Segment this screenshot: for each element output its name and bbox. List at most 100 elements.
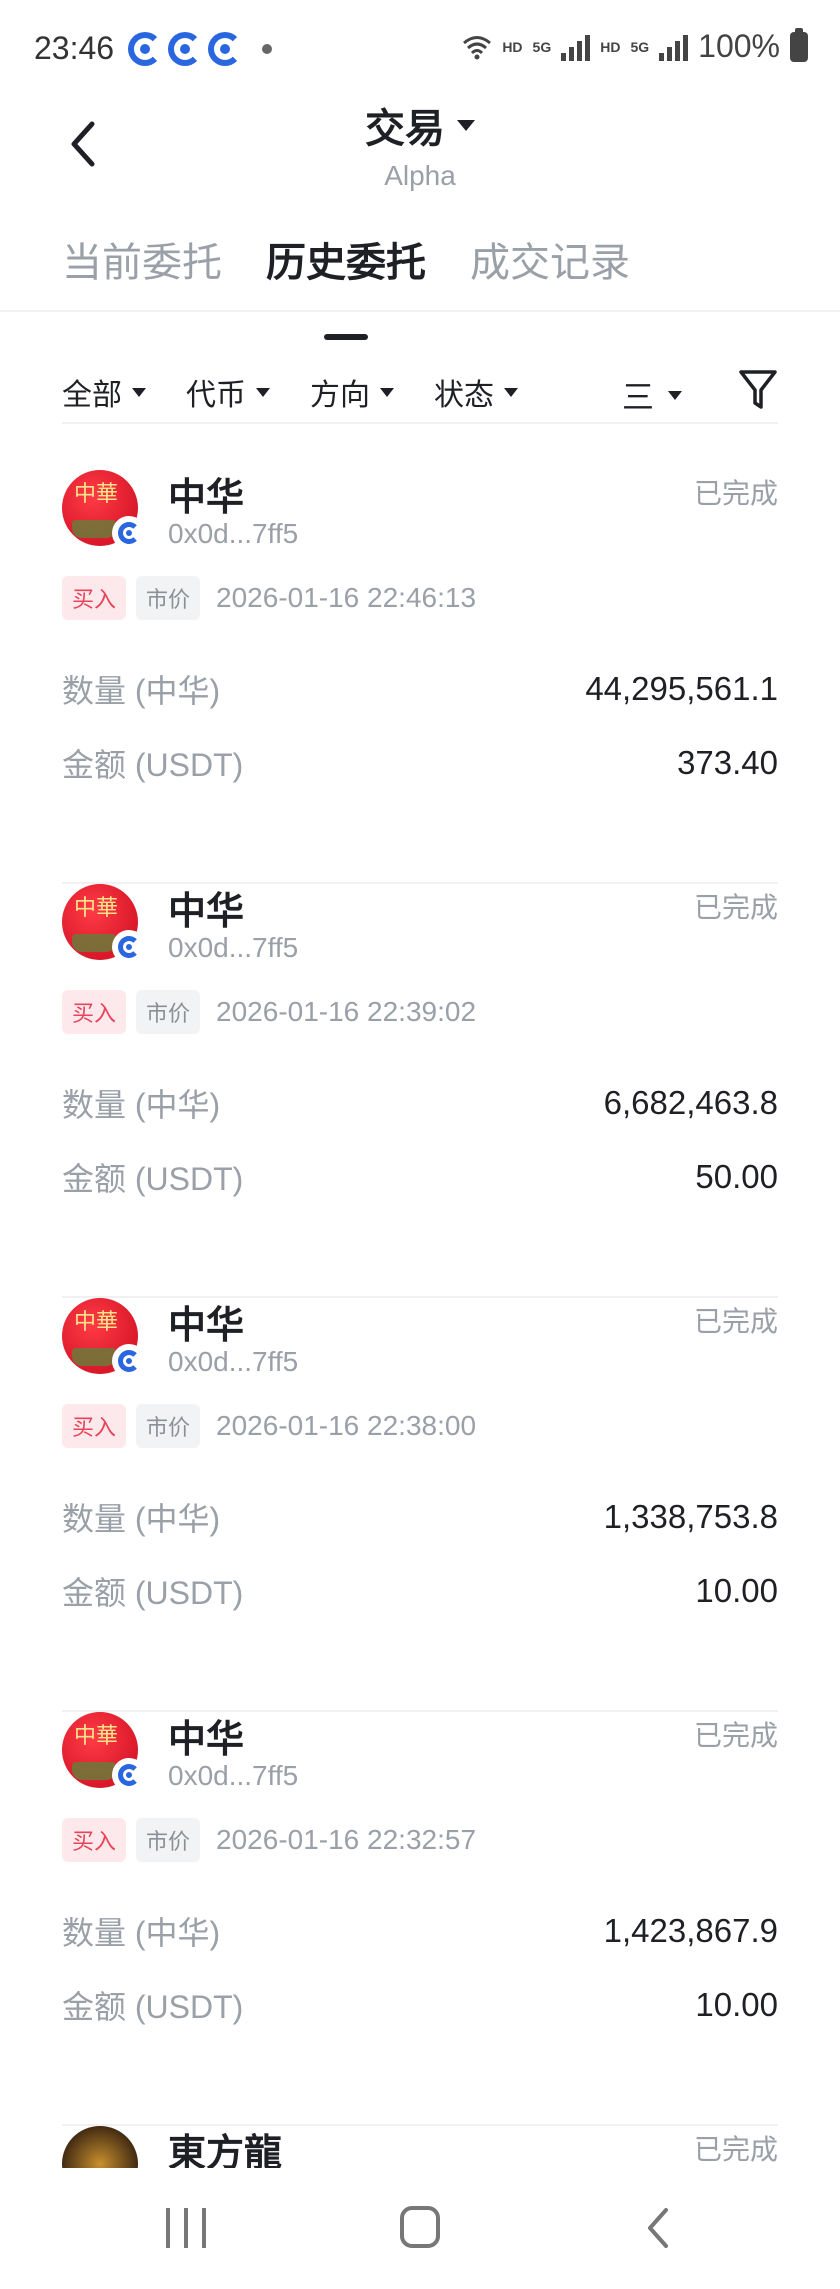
order-tabs: 当前委托 历史委托 成交记录 [62, 230, 630, 340]
type-tag: 市价 [136, 990, 201, 1034]
quantity-row: 数量 (中华) 6,682,463.8 [62, 1080, 778, 1126]
status-right: HD 5G HD 5G 100% [462, 27, 808, 65]
tab-label: 历史委托 [266, 241, 426, 285]
quantity-value: 1,423,867.9 [603, 1912, 778, 1949]
avatar-logo-text: 中華 [74, 482, 119, 507]
quantity-row: 数量 (中华) 44,295,561.1 [62, 666, 778, 712]
avatar-illustration [72, 1348, 116, 1366]
quantity-row: 数量 (中华) 1,423,867.9 [62, 1908, 778, 1954]
avatar-illustration [72, 520, 116, 538]
chain-badge-icon [112, 1758, 146, 1792]
amount-label: 金额 (USDT) [62, 1989, 244, 2025]
quantity-value: 1,338,753.8 [603, 1498, 778, 1535]
amount-value: 50.00 [695, 1158, 778, 1195]
chain-badge-icon [112, 930, 146, 964]
order-card[interactable]: 中華 中华 0x0d...7ff5 已完成 买入 市价 2026-01-16 2… [62, 470, 778, 884]
hd-label-2: HD [600, 38, 621, 55]
avatar-logo-text: 中華 [74, 1724, 119, 1749]
token-avatar: 中華 [62, 1298, 146, 1378]
title-block: 交易 Alpha [0, 96, 840, 192]
token-avatar: 中華 [62, 470, 146, 550]
amount-row: 金额 (USDT) 373.40 [62, 740, 778, 786]
divider [62, 422, 778, 424]
order-status: 已完成 [693, 892, 778, 923]
caret-down-icon [256, 387, 270, 397]
page-title[interactable]: 交易 [365, 96, 475, 154]
page-title-text: 交易 [365, 107, 445, 151]
status-notification-icons [128, 32, 272, 66]
battery-icon [790, 27, 808, 62]
caret-down-icon [668, 390, 682, 400]
quantity-label: 数量 (中华) [62, 1087, 221, 1123]
side-tag: 买入 [62, 990, 127, 1034]
order-time: 2026-01-16 22:32:57 [216, 1824, 477, 1855]
filter-token[interactable]: 代币 [186, 370, 270, 414]
filter-label: 状态 [434, 379, 494, 412]
token-avatar: 中華 [62, 1712, 146, 1792]
order-card[interactable]: 中華 中华 0x0d...7ff5 已完成 买入 市价 2026-01-16 2… [62, 1712, 778, 2126]
avatar-logo-text: 中華 [74, 896, 119, 921]
amount-label: 金额 (USDT) [62, 1575, 244, 1611]
system-nav-bar [0, 2168, 840, 2289]
filter-direction[interactable]: 方向 [310, 370, 394, 414]
order-status: 已完成 [693, 1306, 778, 1337]
filter-status[interactable]: 状态 [434, 370, 518, 414]
nav-back-icon[interactable] [640, 2204, 676, 2252]
nav-recent-icon[interactable] [166, 2208, 206, 2248]
order-time: 2026-01-16 22:46:13 [216, 582, 477, 613]
quantity-value: 6,682,463.8 [603, 1084, 778, 1121]
amount-row: 金额 (USDT) 50.00 [62, 1154, 778, 1200]
chain-badge-icon [112, 1344, 146, 1378]
divider [0, 310, 840, 312]
network-label: 5G [532, 38, 552, 55]
filter-label: 方向 [310, 379, 370, 412]
caret-down-icon [457, 119, 475, 131]
page-subtitle: Alpha [384, 160, 456, 191]
tab-active-indicator [324, 334, 368, 340]
order-card[interactable]: 中華 中华 0x0d...7ff5 已完成 买入 市价 2026-01-16 2… [62, 1298, 778, 1712]
tab-open-orders[interactable]: 当前委托 [62, 230, 222, 288]
filter-all[interactable]: 全部 [62, 370, 146, 414]
signal-icon-2 [659, 33, 689, 61]
token-address: 0x0d...7ff5 [168, 1760, 299, 1791]
side-tag: 买入 [62, 1818, 127, 1862]
side-tag: 买入 [62, 1404, 127, 1448]
caret-down-icon [504, 387, 518, 397]
filter-funnel-icon[interactable] [738, 368, 778, 412]
status-bar: 23:46 HD 5G HD 5G 100% [0, 0, 840, 100]
app-notification-icon [208, 32, 242, 66]
hd-label: HD [502, 38, 523, 55]
type-tag: 市价 [136, 1818, 201, 1862]
order-card[interactable]: 中華 中华 0x0d...7ff5 已完成 买入 市价 2026-01-16 2… [62, 884, 778, 1298]
token-address: 0x0d...7ff5 [168, 932, 299, 963]
amount-value: 373.40 [677, 744, 778, 781]
amount-label: 金额 (USDT) [62, 747, 244, 783]
amount-row: 金额 (USDT) 10.00 [62, 1568, 778, 1614]
filter-bar: 全部 代币 方向 状态 三 [62, 362, 778, 422]
amount-label: 金额 (USDT) [62, 1161, 244, 1197]
network-label-2: 5G [630, 38, 650, 55]
side-tag: 买入 [62, 576, 127, 620]
quantity-value: 44,295,561.1 [585, 670, 778, 707]
type-tag: 市价 [136, 1404, 201, 1448]
order-time: 2026-01-16 22:38:00 [216, 1410, 477, 1441]
tab-trade-history[interactable]: 成交记录 [470, 230, 630, 288]
quantity-label: 数量 (中华) [62, 1501, 221, 1537]
chain-badge-icon [112, 516, 146, 550]
type-tag: 市价 [136, 576, 201, 620]
tab-order-history[interactable]: 历史委托 [266, 230, 426, 340]
token-name: 中华 [168, 475, 245, 519]
filter-label: 代币 [186, 379, 246, 412]
more-notifications-dot [262, 44, 272, 54]
caret-down-icon [380, 387, 394, 397]
caret-down-icon [132, 387, 146, 397]
wifi-icon [463, 35, 492, 59]
order-tags: 买入 市价 2026-01-16 22:32:57 [62, 1818, 476, 1862]
avatar-illustration [72, 934, 116, 952]
amount-row: 金额 (USDT) 10.00 [62, 1982, 778, 2028]
sort-button[interactable]: 三 [622, 372, 682, 418]
nav-home-icon[interactable] [400, 2206, 440, 2248]
token-address: 0x0d...7ff5 [168, 1346, 299, 1377]
token-address: 0x0d...7ff5 [168, 518, 299, 549]
filter-label: 全部 [62, 379, 122, 412]
